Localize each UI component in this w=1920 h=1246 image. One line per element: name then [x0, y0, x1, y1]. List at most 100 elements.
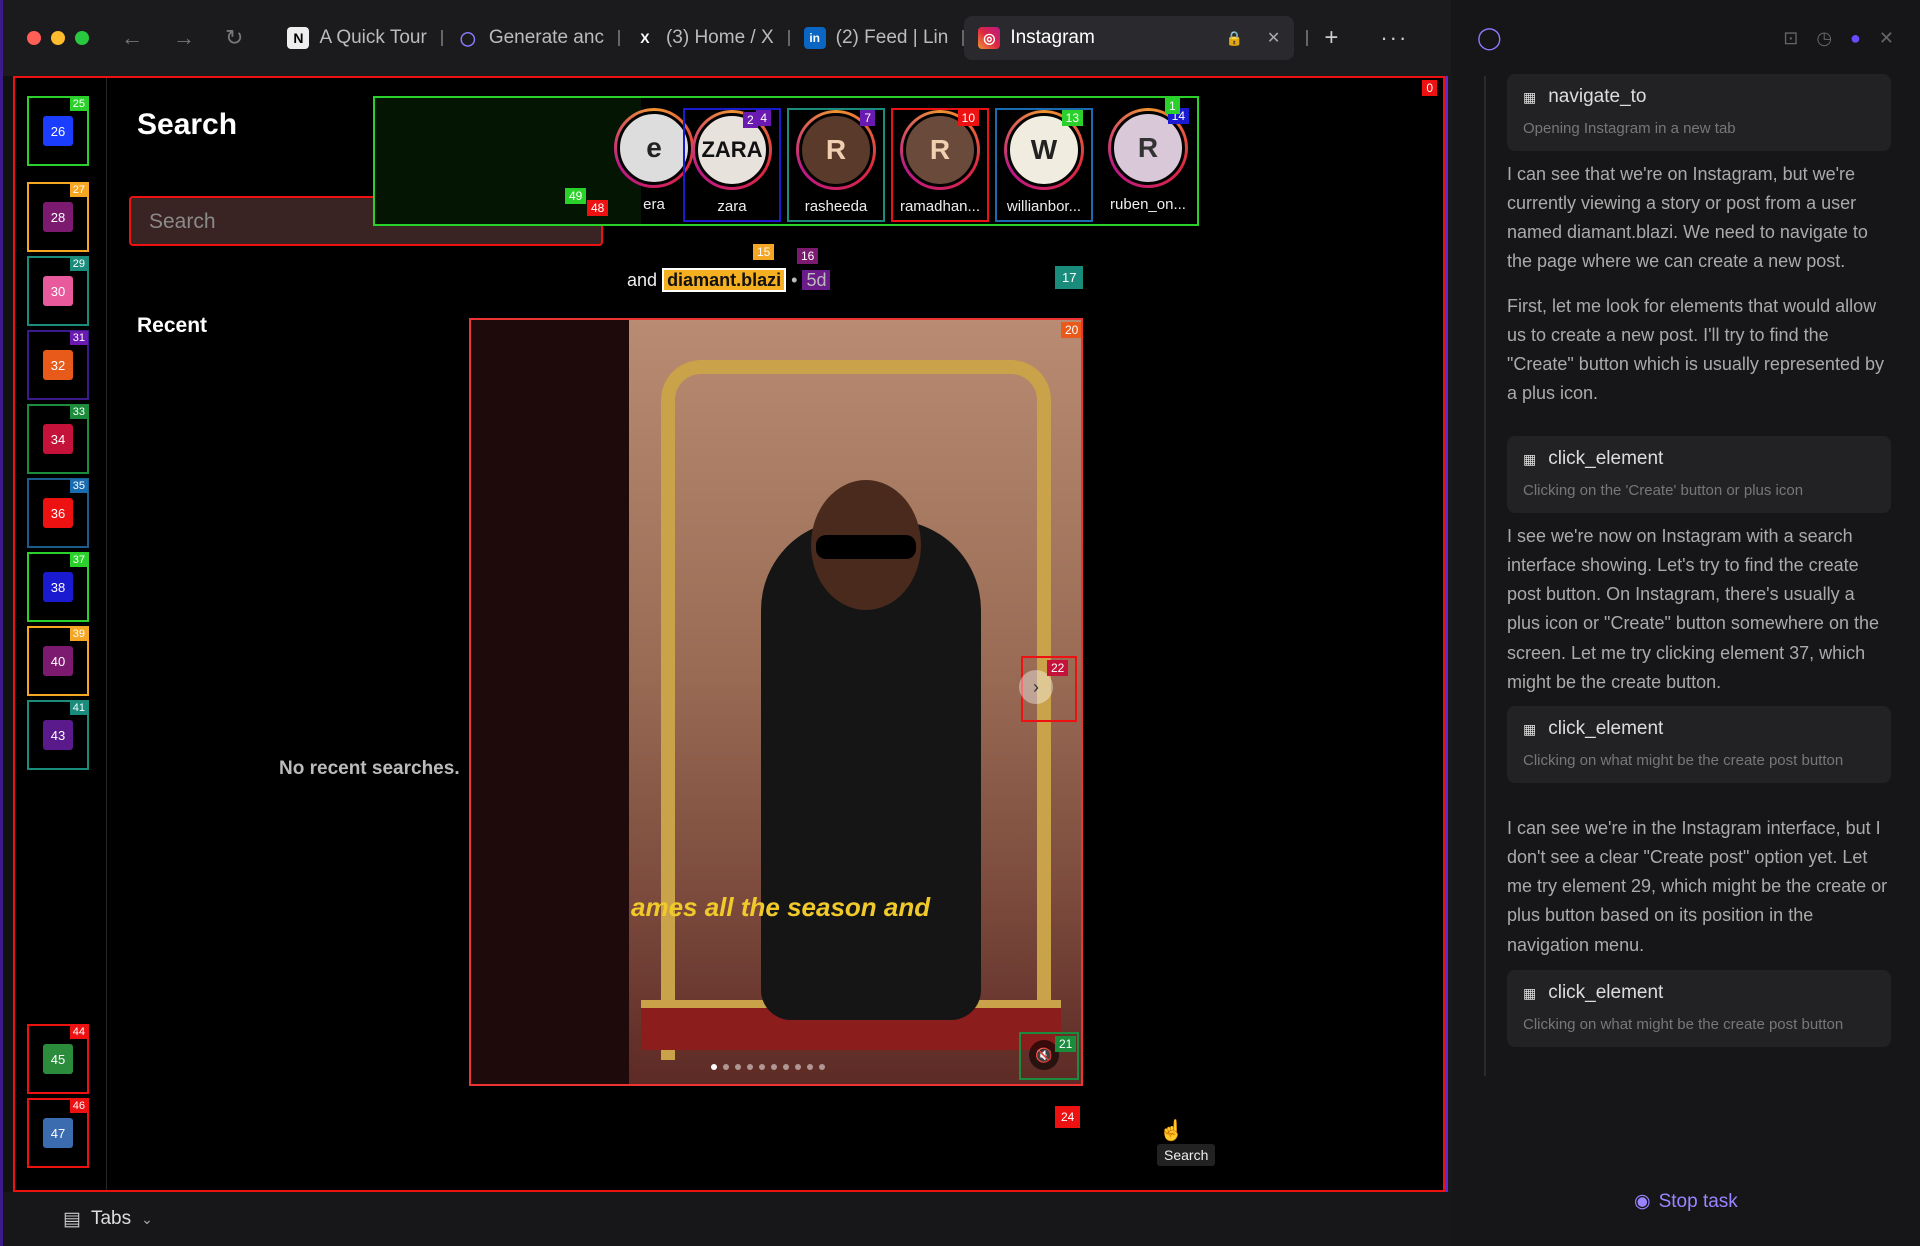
forward-arrow-icon[interactable]: →: [173, 25, 195, 51]
nav-explore-button[interactable]: 29 30: [27, 256, 89, 326]
nav-buttons: ← → ↻: [121, 25, 243, 51]
step-detail: Clicking on what might be the create pos…: [1523, 1016, 1844, 1033]
tab-x-home[interactable]: X (3) Home / X: [620, 16, 788, 60]
x-logo-icon: X: [640, 30, 650, 46]
tab-divider: [1306, 30, 1309, 46]
tab-instagram[interactable]: ◎ Instagram 🔒 ✕: [964, 16, 1295, 60]
nav-more-button[interactable]: 46 47: [27, 1098, 89, 1168]
tab-linkedin[interactable]: in (2) Feed | Lin: [790, 16, 963, 60]
reels-icon: 32: [43, 350, 73, 380]
nav-messages-button[interactable]: 33 34: [27, 404, 89, 474]
byline-dot: •: [791, 270, 798, 290]
overlay-label: 27: [69, 183, 88, 197]
stop-task-button[interactable]: ◉ Stop task: [1634, 1190, 1738, 1213]
search-icon: 28: [43, 202, 73, 232]
overlay-label: 39: [69, 627, 88, 641]
overlay-label: 21: [1055, 1036, 1077, 1052]
story-item[interactable]: 10 R ramadhan...: [891, 108, 989, 222]
story-item[interactable]: 13 W willianbor...: [995, 108, 1093, 222]
overlay-label: 46: [69, 1099, 88, 1113]
post-media[interactable]: ames all the season and › 🔇 20 22 21: [469, 318, 1083, 1086]
nav-create-button[interactable]: 37 38: [27, 552, 89, 622]
minimize-window-button[interactable]: [51, 31, 65, 45]
agent-logo-icon: ◯: [1477, 25, 1502, 50]
new-chat-icon[interactable]: ⊡: [1783, 28, 1798, 49]
nav-notifications-button[interactable]: 35 36: [27, 478, 89, 548]
more-menu-icon[interactable]: ···: [1380, 25, 1408, 51]
profile-icon: 43: [43, 720, 73, 750]
story-item[interactable]: 7 R rasheeda: [787, 108, 885, 222]
overlay-label: 16: [797, 248, 819, 264]
linkedin-icon: in: [803, 27, 826, 49]
byline-prefix: and: [627, 270, 658, 290]
post-username-link[interactable]: diamant.blazi: [662, 268, 787, 292]
pin-icon[interactable]: ●: [1850, 28, 1861, 49]
nav-dashboard-button[interactable]: 39 40: [27, 626, 89, 696]
overlay-label: 33: [69, 405, 88, 419]
maximize-window-button[interactable]: [75, 31, 89, 45]
story-item[interactable]: 14 R ruben_on...: [1099, 108, 1197, 222]
step-detail: Opening Instagram in a new tab: [1523, 120, 1736, 137]
menu-icon: 47: [43, 1118, 73, 1148]
nav-home-button[interactable]: 25 26: [27, 96, 89, 166]
agent-step: ▦ click_element Clicking on what might be…: [1507, 970, 1891, 1047]
back-arrow-icon[interactable]: ←: [121, 25, 143, 51]
tab-a-quick-tour[interactable]: N A Quick Tour: [273, 16, 440, 60]
step-action: click_element: [1548, 982, 1664, 1003]
avatar: e: [617, 111, 691, 185]
briefcase-icon: ▤: [63, 1208, 81, 1230]
overlay-label: 13: [1061, 110, 1083, 126]
nav-threads-button[interactable]: 44 45: [27, 1024, 89, 1094]
search-panel-title: Search: [137, 108, 238, 141]
overlay-label: 37: [69, 553, 88, 567]
mouse-cursor-icon: ☝: [1159, 1120, 1184, 1142]
step-detail: Clicking on what might be the create pos…: [1523, 752, 1844, 769]
tab-label: Instagram: [1010, 27, 1095, 48]
story-username: rasheeda: [804, 198, 868, 215]
nav-search-button[interactable]: 27 28: [27, 182, 89, 252]
browser-bottom-bar: ▤ Tabs ⌄: [3, 1192, 1451, 1246]
video-caption: ames all the season and: [631, 892, 931, 922]
agent-message: I can see that we're on Instagram, but w…: [1507, 164, 1868, 272]
overlay-label: 24: [1055, 1106, 1081, 1128]
overlay-label: 7: [860, 110, 875, 126]
messages-icon: 34: [43, 424, 73, 454]
heart-icon: 36: [43, 498, 73, 528]
overlay-label: 41: [69, 701, 88, 715]
overlay-label: 31: [69, 331, 88, 345]
story-item[interactable]: 4 ZARA zara: [683, 108, 781, 222]
instagram-icon: ◎: [978, 27, 1001, 49]
nav-reels-button[interactable]: 31 32: [27, 330, 89, 400]
new-tab-icon[interactable]: +: [1324, 24, 1338, 52]
close-window-button[interactable]: [27, 31, 41, 45]
overlay-label: 22: [1047, 660, 1069, 676]
reload-icon[interactable]: ↻: [225, 25, 243, 51]
overlay-label: 15: [753, 244, 775, 260]
tab-bar: ← → ↻ N A Quick Tour ◯ Generate anc X (3…: [3, 0, 1451, 76]
tool-icon: ▦: [1523, 88, 1537, 105]
agent-message: I see we're now on Instagram with a sear…: [1507, 526, 1879, 692]
agent-side-panel: ◯ ⊡ ◷ ● ✕ ▦ navigate_to Opening Instagram…: [1451, 0, 1920, 1246]
overlay-label: 29: [69, 257, 88, 271]
notion-icon: N: [287, 27, 310, 49]
overlay-label: 49: [565, 188, 587, 204]
window-controls: [27, 31, 89, 45]
nav-profile-button[interactable]: 41 43: [27, 700, 89, 770]
close-panel-icon[interactable]: ✕: [1879, 28, 1894, 49]
agent-message: First, let me look for elements that wou…: [1507, 296, 1884, 404]
tabs-label: Tabs: [90, 1208, 132, 1229]
tool-icon: ▦: [1523, 984, 1537, 1001]
generate-icon: ◯: [459, 29, 476, 46]
overlay-label: 10: [957, 110, 979, 126]
close-tab-icon[interactable]: ✕: [1267, 28, 1280, 48]
tabs-menu-button[interactable]: ▤ Tabs ⌄: [63, 1208, 153, 1231]
step-detail: Clicking on the 'Create' button or plus …: [1523, 482, 1804, 499]
history-icon[interactable]: ◷: [1816, 28, 1832, 49]
overlay-label: 1: [1165, 98, 1180, 114]
threads-icon: 45: [43, 1044, 73, 1074]
tab-generate[interactable]: ◯ Generate anc: [443, 16, 618, 60]
overlay-label: 25: [69, 97, 88, 111]
step-action: navigate_to: [1548, 86, 1647, 107]
agent-step: ▦ navigate_to Opening Instagram in a new …: [1507, 74, 1891, 151]
post-age: 5d: [802, 270, 831, 290]
